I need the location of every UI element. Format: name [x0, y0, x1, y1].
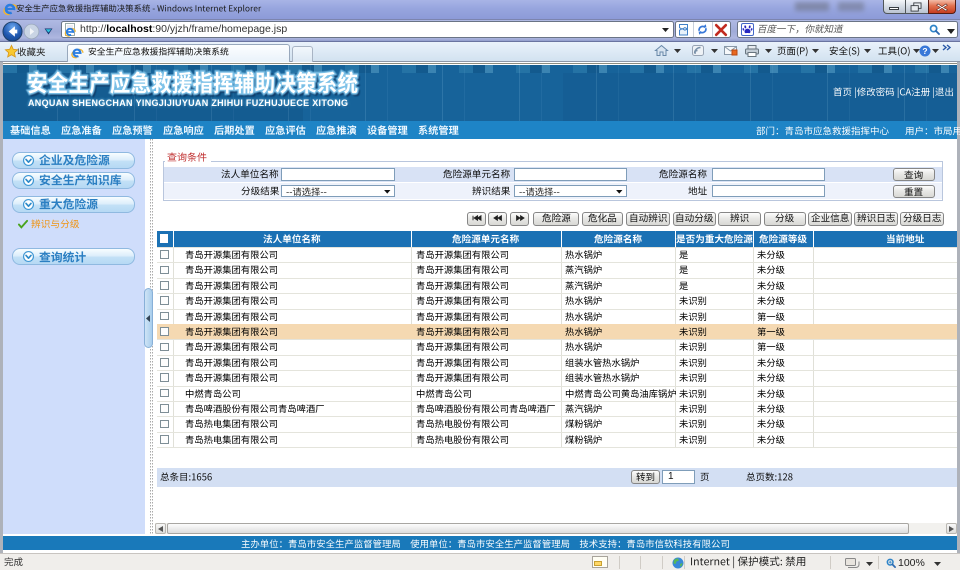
svg-text:?: ? — [922, 45, 927, 55]
